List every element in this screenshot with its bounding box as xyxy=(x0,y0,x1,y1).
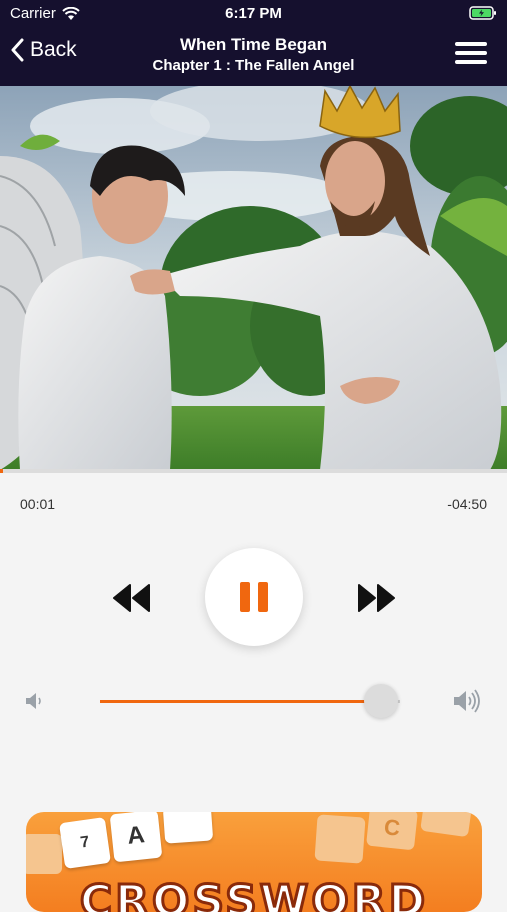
back-button[interactable]: Back xyxy=(10,38,77,62)
banner-title: CROSSWORD xyxy=(78,875,429,912)
status-bar: Carrier 6:17 PM xyxy=(0,0,507,28)
book-title: When Time Began xyxy=(179,35,328,54)
banner-tile-7: 7 xyxy=(59,817,111,869)
pause-icon xyxy=(240,582,268,612)
volume-low-icon xyxy=(26,693,41,709)
crossword-banner[interactable]: 7 A C CROSSWORD xyxy=(26,812,482,912)
menu-icon xyxy=(455,42,487,46)
elapsed-time: 00:01 xyxy=(20,496,56,512)
title-block: When Time Began Chapter 1 : The Fallen A… xyxy=(100,34,407,76)
volume-high-icon xyxy=(454,689,480,713)
clock: 6:17 PM xyxy=(225,5,282,22)
pause-button[interactable] xyxy=(205,548,303,646)
back-label: Back xyxy=(30,38,77,61)
fast-forward-icon[interactable] xyxy=(356,583,396,613)
menu-button[interactable] xyxy=(455,40,489,66)
banner-tile-a: A xyxy=(109,812,163,863)
battery-icon xyxy=(469,6,496,20)
volume-slider-fill xyxy=(100,700,382,703)
back-chevron-icon xyxy=(11,38,24,62)
playback-progress[interactable] xyxy=(0,469,507,473)
nav-bar: Back When Time Began Chapter 1 : The Fal… xyxy=(0,28,507,86)
chapter-title: Chapter 1 : The Fallen Angel xyxy=(152,57,355,74)
volume-slider-thumb[interactable] xyxy=(364,684,398,718)
chapter-artwork xyxy=(0,86,507,470)
banner-tile-c: C xyxy=(366,812,418,851)
playback-progress-fill xyxy=(0,469,3,473)
rewind-icon[interactable] xyxy=(112,583,152,613)
remaining-time: -04:50 xyxy=(447,496,487,512)
